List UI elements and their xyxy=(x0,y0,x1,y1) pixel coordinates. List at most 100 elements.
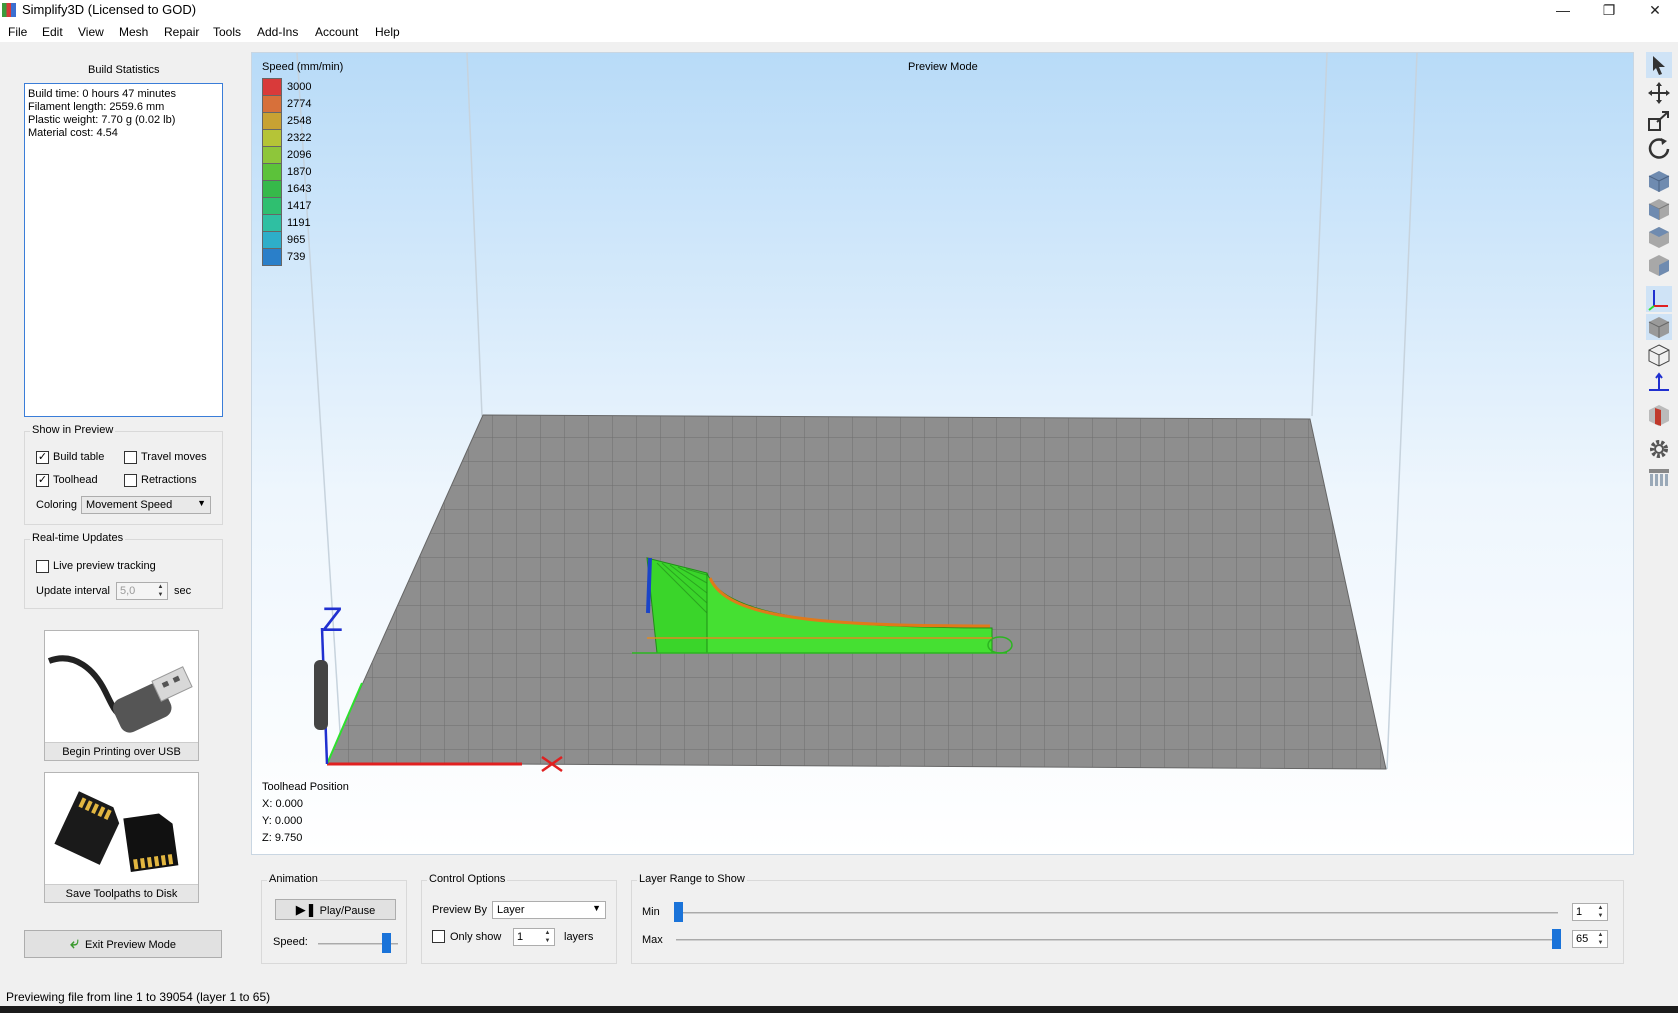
minimize-icon[interactable]: — xyxy=(1540,0,1586,22)
build-table-checkbox[interactable]: ✓ xyxy=(36,451,49,464)
preview-by-select[interactable]: Layer ▼ xyxy=(492,901,606,919)
legend-swatch xyxy=(262,214,282,232)
left-panel: Build Statistics Build time: 0 hours 47 … xyxy=(0,42,243,982)
menu-view[interactable]: View xyxy=(78,25,104,39)
legend-swatch xyxy=(262,146,282,164)
only-show-input[interactable]: 1 ▲ ▼ xyxy=(513,928,555,946)
layer-range-title: Layer Range to Show xyxy=(637,873,747,885)
scale-icon[interactable] xyxy=(1646,108,1672,134)
travel-moves-label: Travel moves xyxy=(141,451,207,463)
legend-value: 1191 xyxy=(287,217,311,229)
max-slider-track[interactable] xyxy=(676,939,1558,941)
only-show-checkbox[interactable] xyxy=(432,930,445,943)
min-slider-track[interactable] xyxy=(676,912,1558,914)
spin-arrows-icon[interactable]: ▲ ▼ xyxy=(155,583,166,599)
window-title: Simplify3D (Licensed to GOD) xyxy=(22,2,197,17)
app-icon xyxy=(2,3,16,17)
status-text: Previewing file from line 1 to 39054 (la… xyxy=(6,990,271,1004)
live-preview-checkbox[interactable] xyxy=(36,560,49,573)
update-interval-input[interactable]: 5,0 ▲ ▼ xyxy=(116,582,168,600)
view-top-icon[interactable] xyxy=(1646,224,1672,250)
menu-repair[interactable]: Repair xyxy=(164,25,199,39)
close-icon[interactable]: ✕ xyxy=(1632,0,1678,22)
begin-printing-usb-button[interactable]: Begin Printing over USB xyxy=(44,630,199,761)
play-pause-button[interactable]: ▶❚ Play/Pause xyxy=(275,899,396,920)
max-slider-thumb[interactable] xyxy=(1552,929,1561,949)
solid-view-icon[interactable] xyxy=(1646,314,1672,340)
show-axes-icon[interactable] xyxy=(1646,286,1672,312)
play-pause-icon: ▶❚ xyxy=(295,902,317,917)
back-arrow-icon: ⤶ xyxy=(69,935,79,952)
usb-cable-icon xyxy=(47,655,193,733)
restore-icon[interactable]: ❐ xyxy=(1586,0,1632,22)
speed-slider-thumb[interactable] xyxy=(382,933,391,953)
cross-section-icon[interactable] xyxy=(1646,402,1672,428)
exit-preview-label: Exit Preview Mode xyxy=(84,939,177,951)
toolhead-label: Toolhead xyxy=(53,474,98,486)
menu-account[interactable]: Account xyxy=(315,25,358,39)
min-layer-input[interactable]: 1 ▲ ▼ xyxy=(1572,903,1608,921)
legend-swatch xyxy=(262,112,282,130)
travel-moves-checkbox[interactable] xyxy=(124,451,137,464)
build-statistics-title: Build Statistics xyxy=(88,64,160,76)
min-slider-thumb[interactable] xyxy=(674,902,683,922)
retractions-checkbox[interactable] xyxy=(124,474,137,487)
disk-button-label: Save Toolpaths to Disk xyxy=(45,884,198,902)
update-interval-label: Update interval xyxy=(36,585,110,597)
coloring-value: Movement Speed xyxy=(86,499,173,511)
title-bar: Simplify3D (Licensed to GOD) — ❐ ✕ xyxy=(0,0,1678,22)
normals-icon[interactable] xyxy=(1646,370,1672,396)
max-label: Max xyxy=(642,934,663,946)
view-side-icon[interactable] xyxy=(1646,252,1672,278)
toolhead-checkbox[interactable]: ✓ xyxy=(36,474,49,487)
wireframe-view-icon[interactable] xyxy=(1646,342,1672,368)
coloring-select[interactable]: Movement Speed ▼ xyxy=(81,496,211,514)
max-layer-value: 65 xyxy=(1576,933,1589,945)
show-in-preview-group: Show in Preview ✓ Build table Travel mov… xyxy=(24,424,223,525)
preview-by-value: Layer xyxy=(497,904,525,916)
speed-label: Speed: xyxy=(273,936,308,948)
animation-group: Animation ▶❚ Play/Pause Speed: xyxy=(261,873,407,964)
menu-edit[interactable]: Edit xyxy=(42,25,63,39)
legend-value: 2774 xyxy=(287,98,312,110)
legend-value: 1870 xyxy=(287,166,312,178)
realtime-updates-title: Real-time Updates xyxy=(30,532,126,544)
stat-plastic-weight: Plastic weight: 7.70 g (0.02 lb) xyxy=(28,114,176,126)
save-toolpaths-disk-button[interactable]: Save Toolpaths to Disk xyxy=(44,772,199,903)
legend-value: 1417 xyxy=(287,200,312,212)
rotate-icon[interactable] xyxy=(1646,136,1672,162)
menu-add-ins[interactable]: Add-Ins xyxy=(257,25,298,39)
menu-mesh[interactable]: Mesh xyxy=(119,25,148,39)
max-layer-input[interactable]: 65 ▲ ▼ xyxy=(1572,930,1608,948)
stat-filament-length: Filament length: 2559.6 mm xyxy=(28,101,165,113)
support-structures-icon[interactable] xyxy=(1646,464,1672,490)
menu-tools[interactable]: Tools xyxy=(213,25,241,39)
settings-gear-icon[interactable] xyxy=(1646,436,1672,462)
update-interval-value: 5,0 xyxy=(120,585,136,597)
menu-help[interactable]: Help xyxy=(375,25,400,39)
legend-value: 2548 xyxy=(287,115,312,127)
spin-arrows-icon[interactable]: ▲ ▼ xyxy=(1595,904,1606,920)
usb-button-label: Begin Printing over USB xyxy=(45,742,198,760)
legend-swatch xyxy=(262,231,282,249)
view-iso-icon[interactable] xyxy=(1646,168,1672,194)
spin-arrows-icon[interactable]: ▲ ▼ xyxy=(542,929,553,945)
show-in-preview-title: Show in Preview xyxy=(30,424,116,436)
chevron-down-icon: ▼ xyxy=(592,903,601,913)
legend-value: 2096 xyxy=(287,149,312,161)
toolhead-position-title: Toolhead Position xyxy=(262,781,349,793)
menu-file[interactable]: File xyxy=(8,25,27,39)
view-front-icon[interactable] xyxy=(1646,196,1672,222)
status-bar: Previewing file from line 1 to 39054 (la… xyxy=(0,988,1678,1006)
select-cursor-icon[interactable] xyxy=(1646,52,1672,78)
preview-viewport[interactable]: Speed (mm/min) 3000 2774 2548 2322 2096 1870 1… xyxy=(251,52,1634,855)
z-axis-label: Z xyxy=(322,601,343,639)
spin-arrows-icon[interactable]: ▲ ▼ xyxy=(1595,931,1606,947)
preview-mode-label: Preview Mode xyxy=(908,61,978,73)
update-interval-unit: sec xyxy=(174,585,192,597)
build-volume-scene xyxy=(296,53,1418,773)
stat-build-time: Build time: 0 hours 47 minutes xyxy=(28,88,176,100)
play-pause-label: Play/Pause xyxy=(319,905,376,917)
exit-preview-button[interactable]: ⤶ Exit Preview Mode xyxy=(24,930,222,958)
move-icon[interactable] xyxy=(1646,80,1672,106)
